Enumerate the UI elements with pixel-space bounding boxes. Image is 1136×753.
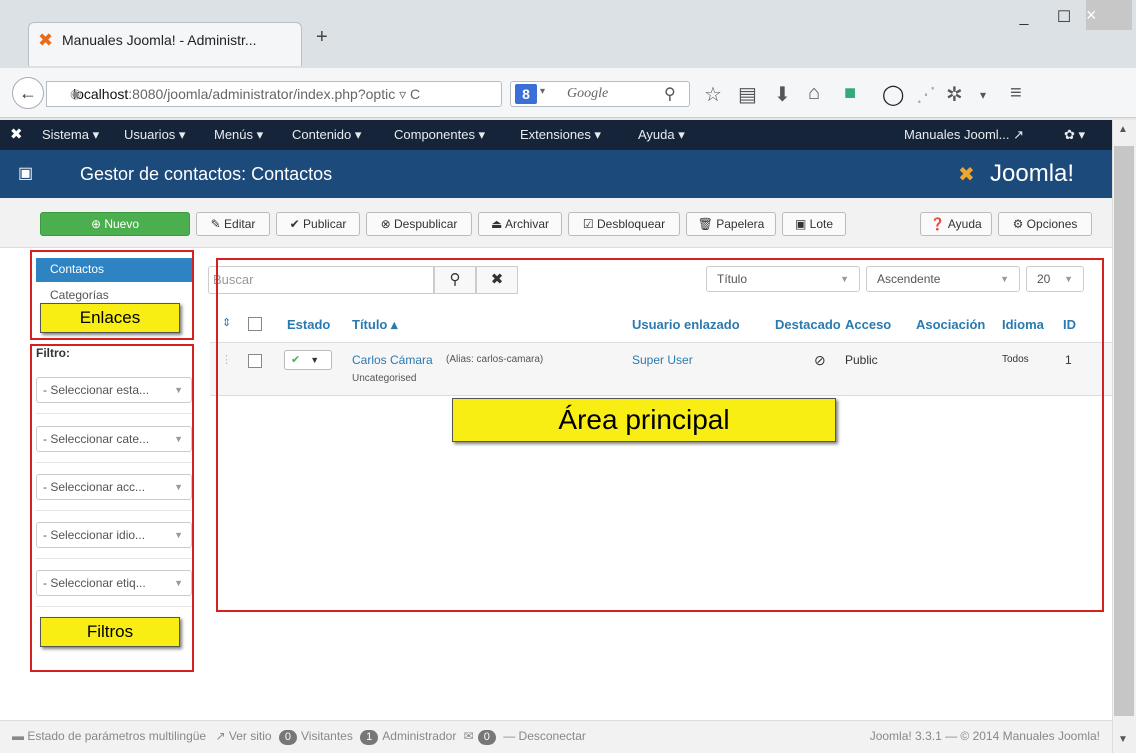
maximize-button[interactable]: ☐ bbox=[1044, 4, 1084, 32]
envelope-icon: ✉ bbox=[463, 729, 474, 743]
external-link-icon: ↗ bbox=[215, 729, 226, 743]
scroll-down-icon[interactable]: ▼ bbox=[1118, 734, 1128, 745]
archive-button[interactable]: ⏏ Archivar bbox=[478, 212, 562, 236]
menu-ayuda[interactable]: Ayuda ▾ bbox=[638, 127, 685, 143]
user-settings-menu[interactable]: ✿ ▾ bbox=[1064, 127, 1085, 143]
minimize-button[interactable]: _ bbox=[1004, 4, 1044, 32]
edit-button[interactable]: ✎ Editar bbox=[196, 212, 270, 236]
search-bar[interactable]: Google bbox=[510, 81, 690, 107]
contact-book-icon: ▣ bbox=[18, 165, 34, 182]
publish-button[interactable]: ✔ Publicar bbox=[276, 212, 360, 236]
back-arrow-icon: ← bbox=[19, 83, 37, 103]
download-icon[interactable]: ⬇ bbox=[774, 82, 791, 107]
batch-button[interactable]: ▣ Lote bbox=[782, 212, 846, 236]
status-footer: ▬ Estado de parámetros multilingüe ↗ Ver… bbox=[0, 720, 1112, 753]
url-path: :8080/joomla/administrator/index.php?opt… bbox=[128, 86, 421, 102]
new-button[interactable]: ⊕ Nuevo bbox=[40, 212, 190, 236]
rss-icon[interactable]: ⋰ bbox=[916, 82, 936, 107]
bookmark-star-icon[interactable]: ☆ bbox=[704, 82, 722, 107]
admin-label: Administrador bbox=[382, 729, 457, 743]
browser-menu-icon[interactable]: ≡ bbox=[1010, 82, 1022, 105]
help-button[interactable]: ❓ Ayuda bbox=[920, 212, 992, 236]
logout-link[interactable]: Desconectar bbox=[519, 729, 586, 743]
search-engine-dropdown-icon[interactable]: ▾ bbox=[540, 86, 545, 97]
scrollbar-thumb[interactable] bbox=[1114, 146, 1134, 716]
main-annotation-label: Área principal bbox=[452, 398, 836, 442]
unlock-button[interactable]: ☑ Desbloquear bbox=[568, 212, 680, 236]
admin-badge: 1 bbox=[360, 730, 379, 745]
back-button[interactable]: ← bbox=[12, 77, 44, 109]
reading-list-icon[interactable]: ▤ bbox=[738, 82, 757, 107]
search-icon[interactable]: ⚲ bbox=[664, 84, 676, 104]
close-button[interactable]: × bbox=[1086, 0, 1132, 30]
filters-annotation-label: Filtros bbox=[40, 617, 180, 647]
minus-icon: — bbox=[503, 729, 516, 743]
extension-icon[interactable]: ■ bbox=[844, 82, 856, 105]
messages-badge[interactable]: 0 bbox=[477, 730, 496, 745]
url-bar[interactable]: localhost:8080/joomla/administrator/inde… bbox=[46, 81, 502, 107]
menu-contenido[interactable]: Contenido ▾ bbox=[292, 127, 361, 143]
multilang-status[interactable]: Estado de parámetros multilingüe bbox=[27, 729, 206, 743]
opera-icon[interactable]: ◯ bbox=[882, 82, 904, 107]
menu-sistema[interactable]: Sistema ▾ bbox=[42, 127, 99, 143]
scroll-up-icon[interactable]: ▲ bbox=[1118, 124, 1128, 135]
menu-extensiones[interactable]: Extensiones ▾ bbox=[520, 127, 601, 143]
tab-title: Manuales Joomla! - Administr... bbox=[62, 32, 257, 48]
joomla-logo-icon: ✖ bbox=[958, 164, 975, 186]
links-annotation-label: Enlaces bbox=[40, 303, 180, 333]
firebug-icon[interactable]: ✲ bbox=[946, 82, 963, 107]
new-tab-button[interactable]: + bbox=[316, 26, 328, 49]
menu-componentes[interactable]: Componentes ▾ bbox=[394, 127, 485, 143]
home-icon[interactable]: ⌂ bbox=[808, 82, 820, 105]
visitors-badge: 0 bbox=[278, 730, 298, 745]
menu-usuarios[interactable]: Usuarios ▾ bbox=[124, 127, 185, 143]
comment-icon: ▬ bbox=[12, 729, 24, 743]
options-button[interactable]: ⚙ Opciones bbox=[998, 212, 1092, 236]
unpublish-button[interactable]: ⊗ Despublicar bbox=[366, 212, 472, 236]
trash-button[interactable]: 🗑 Papelera bbox=[686, 212, 776, 236]
joomla-logo: Joomla! bbox=[990, 160, 1075, 187]
joomla-menu-icon[interactable]: ✖ bbox=[10, 125, 23, 143]
visitors-label: Visitantes bbox=[301, 729, 353, 743]
view-site-link[interactable]: Ver sitio bbox=[229, 729, 272, 743]
joomla-favicon-icon: ✖ bbox=[38, 30, 54, 50]
menu-menus[interactable]: Menús ▾ bbox=[214, 127, 263, 143]
page-title: Gestor de contactos: Contactos bbox=[80, 164, 333, 184]
version-text: Joomla! 3.3.1 — © 2014 Manuales Joomla! bbox=[869, 729, 1100, 743]
globe-icon: ◉ bbox=[70, 86, 82, 101]
firebug-dropdown-icon[interactable]: ▾ bbox=[980, 88, 986, 102]
site-link[interactable]: Manuales Jooml... ↗ bbox=[904, 127, 1024, 143]
search-engine-icon[interactable]: 8 bbox=[515, 84, 537, 104]
